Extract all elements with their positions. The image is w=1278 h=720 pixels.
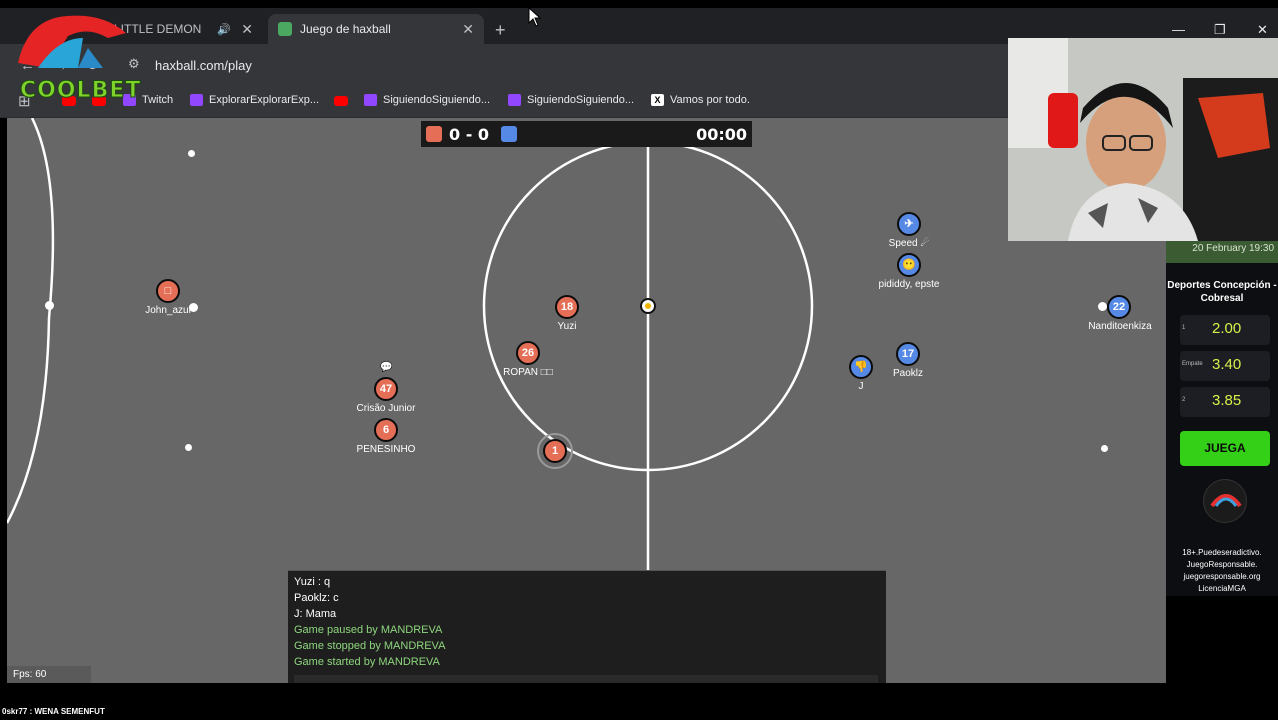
player-disc: 6	[374, 418, 398, 442]
coolbet-wordmark: COOLBET	[19, 78, 142, 104]
chat-message: Game paused by MANDREVA	[294, 624, 443, 636]
player-name: pididdy, epste	[878, 279, 940, 290]
player-name: J	[858, 381, 864, 392]
legal-text: 18+.Puedeseradictivo. JuegoResponsable. …	[1166, 547, 1278, 595]
bookmark-siguiendo-1[interactable]: SiguiendoSiguiendo...	[364, 94, 490, 106]
player-disc: 😶	[897, 253, 921, 277]
player-name: Nanditoenkiza	[1088, 321, 1152, 332]
bookmark-label: SiguiendoSiguiendo...	[383, 94, 491, 106]
restore-icon[interactable]: ❐	[1214, 22, 1226, 38]
dinosaur-icon	[18, 15, 126, 68]
ad-match-title: Deportes Concepción - Cobresal	[1167, 280, 1277, 304]
speaker-icon[interactable]: 🔊	[217, 23, 231, 36]
player-disc: 47	[374, 377, 398, 401]
webcam-feed	[1008, 38, 1278, 241]
player-name: Paoklz	[892, 368, 924, 379]
fps-counter: Fps: 60	[7, 666, 91, 683]
player-name: John_azul	[145, 305, 191, 316]
chat-bubble-icon: 💬	[380, 362, 393, 373]
player-disc: □	[156, 279, 180, 303]
blue-team-icon	[501, 126, 517, 142]
juega-button[interactable]: JUEGA	[1180, 431, 1270, 466]
twitch-icon	[190, 94, 203, 106]
player-name: PENESINHO	[356, 444, 416, 455]
chat-input[interactable]	[294, 675, 878, 683]
bookmark-siguiendo-2[interactable]: SiguiendoSiguiendo...	[508, 94, 634, 106]
odd-value: 3.85	[1212, 392, 1242, 409]
url-field[interactable]: haxball.com/play	[155, 58, 252, 73]
stream-chat-ticker: 0skr77 : WENA SEMENFUT	[2, 707, 105, 716]
streamer-image	[1008, 38, 1278, 241]
bookmark-label: SiguiendoSiguiendo...	[527, 94, 635, 106]
bookmark-explorar[interactable]: ExplorarExplorarExp...	[190, 94, 319, 106]
new-tab-icon[interactable]: +	[495, 20, 506, 41]
close-tab-icon[interactable]: ✕	[462, 21, 474, 38]
chat-message: J: Mama	[294, 608, 337, 620]
ball	[640, 298, 656, 314]
twitch-icon	[364, 94, 377, 106]
scoreboard: 0 - 0 00:00	[421, 121, 752, 147]
odd-away[interactable]: 2 3.85	[1180, 387, 1270, 417]
minimize-icon[interactable]: —	[1172, 22, 1185, 37]
stream-bottom-bar: 0skr77 : WENA SEMENFUT	[0, 683, 1278, 720]
close-tab-icon[interactable]: ✕	[241, 21, 253, 38]
player-disc: 17	[896, 342, 920, 366]
legal-line: juegoresponsable.org	[1183, 572, 1261, 581]
bookmark-label: Twitch	[142, 94, 174, 106]
odd-home[interactable]: 1 2.00	[1180, 315, 1270, 345]
sponsor-ad-panel: 20 February 19:30 Deportes Concepción - …	[1166, 241, 1278, 596]
x-icon: X	[651, 94, 664, 106]
odd-label: Empate	[1182, 361, 1203, 367]
haxball-favicon-icon	[278, 22, 292, 36]
field-marker	[1101, 445, 1108, 452]
odd-label: 2	[1182, 397, 1186, 403]
bookmark-x[interactable]: X Vamos por todo.	[651, 94, 750, 106]
legal-line: JuegoResponsable.	[1186, 560, 1258, 569]
bookmark-label: Vamos por todo.	[670, 94, 750, 106]
chat-message: Game started by MANDREVA	[294, 656, 440, 668]
chat-message: Paoklz: c	[294, 592, 339, 604]
odd-draw[interactable]: Empate 3.40	[1180, 351, 1270, 381]
player-disc: ✈	[897, 212, 921, 236]
tab-title: Juego de haxball	[300, 22, 391, 36]
field-marker	[1098, 302, 1107, 311]
chat-message: Yuzi : q	[294, 576, 331, 588]
field-marker	[185, 444, 192, 451]
bookmarks-bar: ⊞ Twitch ExplorarExplorarExp... Siguiend…	[0, 84, 1008, 118]
match-timer: 00:00	[696, 125, 747, 144]
chat-message: Game stopped by MANDREVA	[294, 640, 446, 652]
player-name: Speed ☄	[888, 238, 930, 249]
odd-value: 3.40	[1212, 356, 1242, 373]
legal-line: LicenciaMGA	[1198, 584, 1246, 593]
legal-line: 18+.Puedeseradictivo.	[1182, 548, 1262, 557]
player-name: Crisão Junior	[356, 403, 416, 414]
player-disc: 👎	[849, 355, 873, 379]
close-window-icon[interactable]: ✕	[1257, 22, 1268, 38]
player-name: ROPAN □□	[503, 367, 553, 378]
player-disc: 1	[543, 439, 567, 463]
coolbet-logo: COOLBET	[8, 8, 141, 104]
mouse-cursor-icon	[528, 7, 542, 27]
tab-haxball[interactable]: Juego de haxball ✕	[268, 14, 484, 44]
score: 0 - 0	[449, 125, 490, 144]
twitch-icon	[508, 94, 521, 106]
field-marker	[188, 150, 195, 157]
chat-panel: Yuzi : q Paoklz: c J: Mama Game paused b…	[288, 570, 886, 683]
player-name: Yuzi	[557, 321, 577, 332]
odd-value: 2.00	[1212, 320, 1242, 337]
ad-date: 20 February 19:30	[1166, 241, 1278, 263]
field-marker	[189, 303, 198, 312]
player-disc: 22	[1107, 295, 1131, 319]
coolbet-badge-icon	[1203, 479, 1247, 523]
player-disc: 18	[555, 295, 579, 319]
address-bar: ←→↻ ⚙ haxball.com/play	[0, 44, 1008, 84]
player-disc: 26	[516, 341, 540, 365]
bookmark-label: ExplorarExplorarExp...	[209, 94, 320, 106]
red-team-icon	[426, 126, 442, 142]
odd-label: 1	[1182, 325, 1186, 331]
youtube-icon[interactable]	[334, 96, 348, 106]
goal-post	[45, 301, 54, 310]
